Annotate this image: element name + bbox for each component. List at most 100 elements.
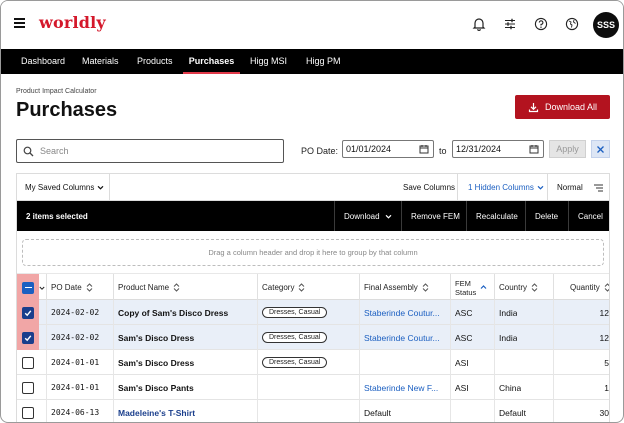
sort-ascending-icon[interactable] (480, 284, 487, 291)
final-assembly-cell[interactable]: Staberinde New F... (364, 375, 438, 400)
calendar-icon[interactable] (419, 144, 429, 154)
table-row[interactable]: 2024-02-02 Sam's Disco Dress Dresses, Ca… (17, 325, 609, 350)
purchases-grid: My Saved Columns Save Columns 1 Hidden C… (16, 173, 610, 422)
search-icon (23, 146, 34, 156)
po-date-label: PO Date: (301, 146, 339, 156)
grid-header-row: PO Date Product Name Category Final Asse… (17, 273, 610, 301)
page-title: Purchases (16, 99, 118, 121)
sort-icon[interactable] (604, 283, 610, 292)
sort-icon[interactable] (422, 283, 429, 292)
sliders-icon[interactable] (501, 15, 519, 33)
product-name-cell[interactable]: Sam's Disco Pants (118, 375, 194, 400)
apply-button[interactable]: Apply (549, 140, 586, 158)
nav-item-dashboard[interactable]: Dashboard (21, 49, 65, 74)
product-name-cell[interactable]: Madeleine's T-Shirt (118, 400, 195, 422)
column-header-product-name[interactable]: Product Name (118, 274, 180, 301)
save-columns-button[interactable]: Save Columns (403, 174, 455, 201)
po-date-header-label: PO Date (51, 283, 82, 292)
row-checkbox[interactable] (22, 406, 34, 419)
worldly-logo[interactable]: worldly (39, 13, 106, 32)
hidden-columns-label: 1 Hidden Columns (468, 183, 534, 192)
nav-item-materials[interactable]: Materials (82, 49, 119, 74)
column-header-category[interactable]: Category (262, 274, 305, 301)
nav-item-higg-pm[interactable]: Higg PM (306, 49, 341, 74)
search-input[interactable]: Search (16, 139, 284, 163)
density-settings-icon[interactable] (593, 174, 604, 201)
density-dropdown[interactable]: Normal (557, 174, 583, 201)
table-row[interactable]: 2024-02-02 Copy of Sam's Disco Dress Dre… (17, 300, 609, 325)
row-checkbox[interactable] (22, 306, 34, 319)
help-icon[interactable] (532, 15, 550, 33)
toolbar-divider (457, 174, 458, 201)
po-date-cell: 2024-01-01 (51, 383, 100, 392)
category-header-label: Category (262, 283, 295, 292)
user-avatar[interactable]: SSS (593, 12, 619, 38)
row-checkbox-cell[interactable] (17, 350, 39, 375)
date-from-value: 01/01/2024 (346, 144, 392, 154)
globe-icon[interactable] (563, 15, 581, 33)
row-checkbox-cell[interactable] (17, 375, 39, 400)
download-all-button[interactable]: Download All (515, 95, 610, 119)
column-header-quantity[interactable]: Quantity (570, 274, 610, 301)
column-header-fem-status[interactable]: FEM Status (455, 274, 487, 301)
date-from-field[interactable]: 01/01/2024 (342, 140, 434, 158)
final-assembly-cell[interactable]: Staberinde Coutur... (364, 300, 440, 325)
date-to-field[interactable]: 12/31/2024 (452, 140, 544, 158)
action-divider (568, 201, 569, 231)
group-by-drop-zone[interactable]: Drag a column header and drop it here to… (22, 239, 604, 266)
download-dropdown-button[interactable]: Download (344, 201, 392, 231)
chevron-down-icon (97, 185, 104, 190)
column-header-country[interactable]: Country (499, 274, 538, 301)
quantity-cell: 12 (599, 332, 609, 343)
action-divider (466, 201, 467, 231)
delete-button[interactable]: Delete (535, 201, 558, 231)
main-nav: Dashboard Materials Products Purchases H… (1, 49, 623, 74)
hamburger-menu-icon[interactable] (14, 18, 25, 28)
select-all-checkbox[interactable] (17, 274, 39, 301)
recalculate-button[interactable]: Recalculate (476, 201, 518, 231)
final-assembly-cell[interactable]: Staberinde Coutur... (364, 325, 440, 350)
quantity-cell: 1 (604, 382, 609, 393)
remove-fem-button[interactable]: Remove FEM (411, 201, 460, 231)
column-header-final-assembly[interactable]: Final Assembly (364, 274, 429, 301)
product-name-cell[interactable]: Sam's Disco Dress (118, 325, 194, 350)
table-row[interactable]: 2024-06-13 Madeleine's T-Shirt Default D… (17, 400, 609, 422)
sort-icon[interactable] (531, 283, 538, 292)
product-name-cell[interactable]: Copy of Sam's Disco Dress (118, 300, 228, 325)
country-cell: India (499, 332, 518, 343)
po-date-cell: 2024-01-01 (51, 358, 100, 367)
sort-icon[interactable] (173, 283, 180, 292)
top-bar: worldly SSS (1, 1, 623, 49)
product-name-cell[interactable]: Sam's Disco Dress (118, 350, 194, 375)
action-divider (525, 201, 526, 231)
row-checkbox[interactable] (22, 381, 34, 394)
country-cell: India (499, 307, 518, 318)
category-pill: Dresses, Casual (262, 357, 328, 368)
nav-item-products[interactable]: Products (137, 49, 173, 74)
row-checkbox[interactable] (22, 356, 34, 369)
download-all-label: Download All (544, 102, 598, 112)
nav-item-purchases[interactable]: Purchases (183, 49, 240, 74)
calendar-icon[interactable] (529, 144, 539, 154)
category-pill: Dresses, Casual (262, 307, 328, 318)
category-cell: Dresses, Casual (262, 350, 328, 375)
bell-icon[interactable] (470, 15, 488, 33)
nav-item-higg-msi[interactable]: Higg MSI (250, 49, 287, 74)
row-checkbox-cell[interactable] (17, 325, 39, 350)
table-row[interactable]: 2024-01-01 Sam's Disco Dress Dresses, Ca… (17, 350, 609, 375)
row-checkbox[interactable] (22, 331, 34, 344)
app-window: worldly SSS Dashboard Materials Products… (0, 0, 624, 423)
row-checkbox-cell[interactable] (17, 400, 39, 422)
column-header-po-date[interactable]: PO Date (51, 274, 93, 301)
sort-icon[interactable] (86, 283, 93, 292)
category-cell: Dresses, Casual (262, 300, 328, 325)
clear-filter-button[interactable] (591, 140, 610, 158)
sort-icon[interactable] (298, 283, 305, 292)
row-checkbox-cell[interactable] (17, 300, 39, 325)
table-row[interactable]: 2024-01-01 Sam's Disco Pants Staberinde … (17, 375, 609, 400)
po-date-cell: 2024-02-02 (51, 333, 100, 342)
cancel-button[interactable]: Cancel (578, 201, 603, 231)
quantity-cell: 5 (604, 357, 609, 368)
hidden-columns-dropdown[interactable]: 1 Hidden Columns (468, 174, 544, 201)
saved-columns-dropdown[interactable]: My Saved Columns (25, 174, 104, 201)
